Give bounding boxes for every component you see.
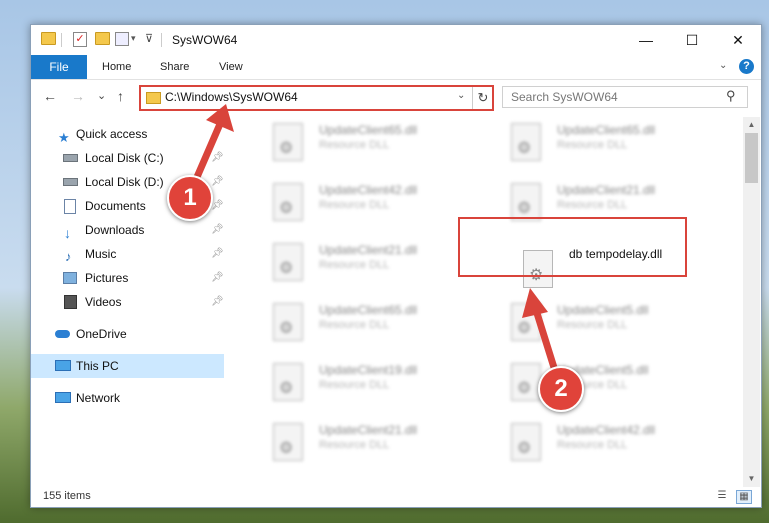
arrow-2 — [522, 288, 560, 378]
arrow-1 — [190, 104, 234, 188]
step-1-badge: 1 — [167, 175, 213, 221]
annotation-arrows — [190, 104, 560, 378]
step-2-badge: 2 — [538, 366, 584, 412]
